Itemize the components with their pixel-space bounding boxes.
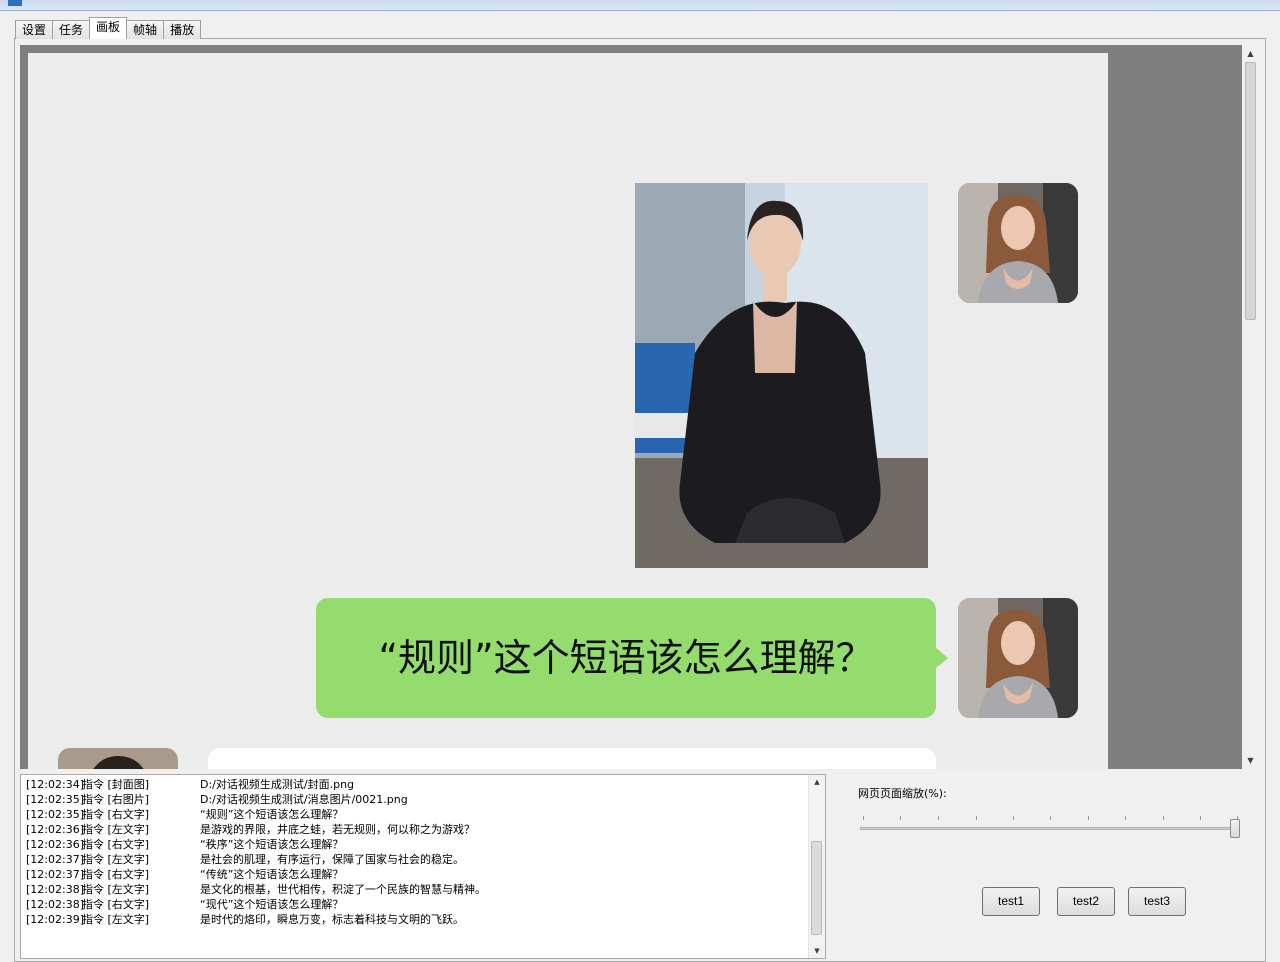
log-line: [12:02:34]指令 [封面图] D:/对话视频生成测试/封面.png	[26, 778, 355, 791]
chat-bubble-left	[208, 748, 936, 769]
log-line: [12:02:35]指令 [右图片] D:/对话视频生成测试/消息图片/0021.…	[26, 793, 408, 806]
tab-tasks[interactable]: 任务	[52, 20, 91, 39]
message-photo	[635, 183, 928, 568]
scroll-up-icon[interactable]: ▲	[1242, 45, 1259, 62]
tab-bar: 设置 任务 画板 帧轴 播放	[15, 17, 202, 39]
slider-tick	[1013, 816, 1014, 820]
log-line: [12:02:36]指令 [左文字] 是游戏的界限，井底之蛙，若无规则，何以称之为…	[26, 823, 475, 836]
slider-tick	[900, 816, 901, 820]
app-icon	[8, 0, 22, 6]
log-line: [12:02:37]指令 [左文字] 是社会的肌理，有序运行，保障了国家与社会的稳…	[26, 853, 464, 866]
slider-tick	[863, 816, 864, 820]
slider-tick	[938, 816, 939, 820]
log-line: [12:02:37]指令 [右文字] “传统”这个短语该怎么理解？	[26, 868, 344, 881]
window-titlebar	[0, 0, 1280, 11]
tab-play[interactable]: 播放	[163, 20, 202, 39]
log-scrollbar[interactable]: ▲ ▼	[808, 775, 825, 958]
canvas-scrollbar[interactable]: ▲ ▼	[1242, 45, 1259, 769]
right-avatar	[958, 598, 1078, 718]
tab-canvas[interactable]: 画板	[89, 17, 128, 39]
log-line: [12:02:36]指令 [右文字] “秩序”这个短语该怎么理解？	[26, 838, 344, 851]
log-line: [12:02:38]指令 [左文字] 是文化的根基，世代相传，积淀了一个民族的智慧…	[26, 883, 486, 896]
canvas-scroll-thumb[interactable]	[1245, 62, 1256, 320]
tab-settings[interactable]: 设置	[15, 20, 54, 39]
log-line: [12:02:35]指令 [右文字] “规则”这个短语该怎么理解？	[26, 808, 344, 821]
chat-bubble-right: “规则”这个短语该怎么理解？	[316, 598, 936, 718]
canvas-page: “规则”这个短语该怎么理解？	[28, 53, 1108, 769]
slider-tick	[976, 816, 977, 820]
scroll-up-icon[interactable]: ▲	[809, 775, 825, 789]
slider-tick	[1163, 816, 1164, 820]
left-avatar	[58, 748, 178, 769]
scroll-down-icon[interactable]: ▼	[809, 944, 825, 958]
test3-button[interactable]: test3	[1128, 887, 1186, 916]
slider-tick	[1200, 816, 1201, 820]
right-avatar	[958, 183, 1078, 303]
command-log[interactable]: [12:02:34]指令 [封面图] D:/对话视频生成测试/封面.png [12…	[20, 774, 826, 959]
log-line: [12:02:39]指令 [左文字] 是时代的烙印，瞬息万变，标志着科技与文明的飞…	[26, 913, 464, 926]
test2-button[interactable]: test2	[1057, 887, 1115, 916]
slider-tick	[1050, 816, 1051, 820]
chat-bubble-tail	[936, 648, 948, 668]
scroll-down-icon[interactable]: ▼	[1242, 752, 1259, 769]
zoom-slider-track[interactable]	[860, 827, 1240, 830]
zoom-slider-thumb[interactable]	[1230, 819, 1240, 838]
test1-button[interactable]: test1	[982, 887, 1040, 916]
log-scroll-thumb[interactable]	[811, 841, 822, 935]
tab-timeline[interactable]: 帧轴	[126, 20, 165, 39]
slider-tick	[1088, 816, 1089, 820]
slider-tick	[1125, 816, 1126, 820]
canvas-frame: “规则”这个短语该怎么理解？	[20, 45, 1242, 769]
zoom-label: 网页页面缩放(%):	[858, 787, 947, 800]
log-line: [12:02:38]指令 [右文字] “现代”这个短语该怎么理解？	[26, 898, 344, 911]
